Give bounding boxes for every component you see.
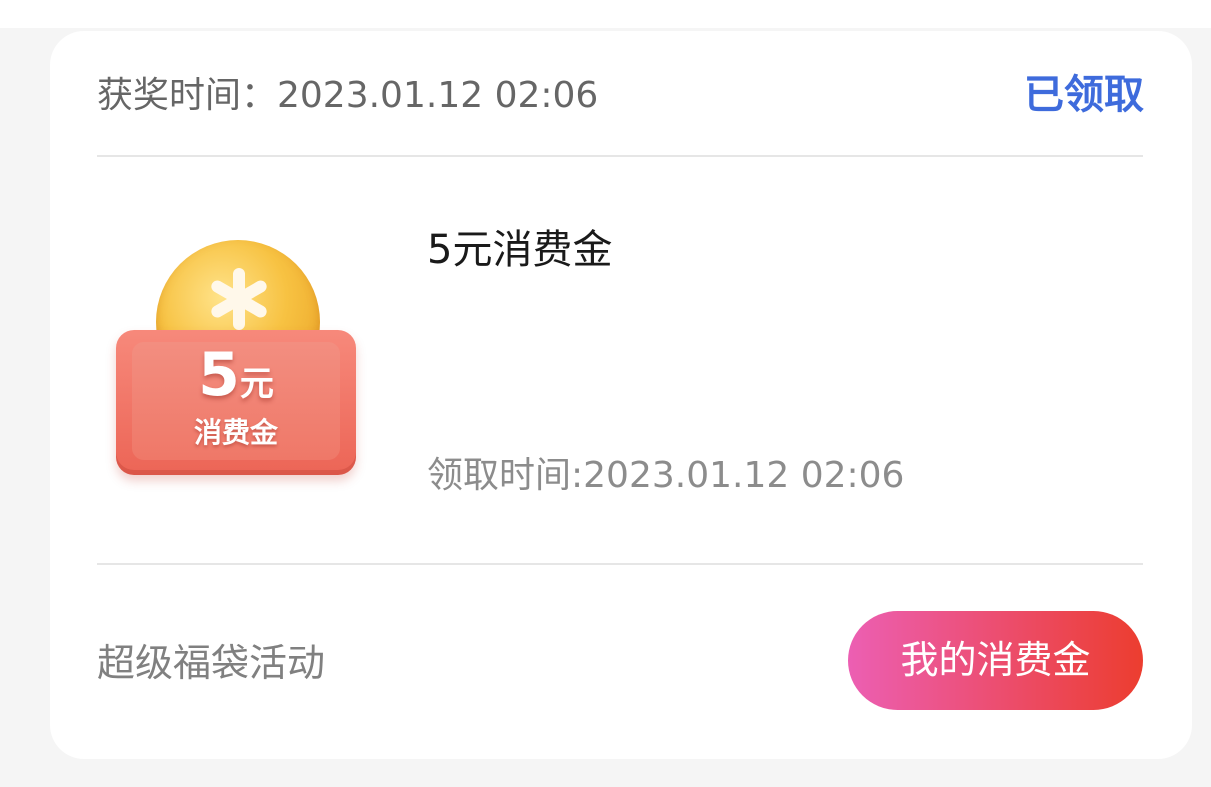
top-strip [0, 0, 1211, 28]
activity-name: 超级福袋活动 [97, 641, 326, 685]
coin-mark-icon [208, 268, 269, 330]
my-consumption-gold-button[interactable]: 我的消费金 [848, 611, 1143, 710]
reward-title: 5元消费金 [427, 227, 613, 273]
header-divider [97, 155, 1143, 157]
wallet-amount-unit: 元 [239, 364, 274, 404]
reward-card: 获奖时间：2023.01.12 02:06 已领取 5元 消费金 5元消费金 领… [50, 31, 1192, 759]
wallet-amount-number: 5 [198, 340, 240, 410]
coin-wallet-icon: 5元 消费金 [114, 234, 362, 479]
claim-time: 领取时间:2023.01.12 02:06 [427, 455, 905, 496]
award-time-label: 获奖时间：2023.01.12 02:06 [97, 75, 599, 116]
wallet-amount: 5元 [116, 344, 356, 415]
claimed-status: 已领取 [1024, 72, 1144, 118]
wallet-icon: 5元 消费金 [116, 330, 356, 475]
footer-divider [97, 563, 1143, 565]
wallet-name: 消费金 [193, 416, 278, 449]
